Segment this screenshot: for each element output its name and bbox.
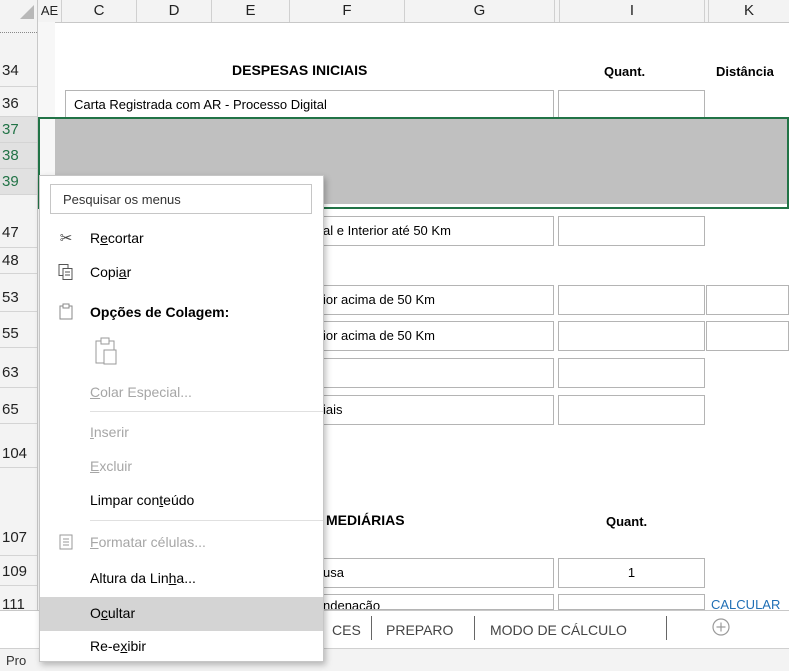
cell-row-109[interactable]: usa — [290, 558, 554, 588]
menu-item-inserir[interactable]: Inserir — [40, 416, 323, 450]
quant-header-1: Quant. — [604, 64, 646, 79]
select-all-corner[interactable] — [0, 0, 38, 22]
tab-separator — [371, 616, 372, 640]
paste-icon — [57, 303, 75, 321]
scissors-icon: ✂ — [59, 230, 73, 247]
menu-item-re-exibir[interactable]: Re-exibir — [40, 630, 323, 664]
cell-quant-53[interactable] — [558, 285, 705, 315]
menu-label-altura-linha: Altura da Linha... — [90, 570, 196, 586]
cell-quant-55[interactable] — [558, 321, 705, 351]
menu-item-limpar-conteudo[interactable]: Limpar conteúdo — [40, 484, 323, 518]
cell-row-65[interactable]: iais — [290, 395, 554, 425]
menu-item-opcoes-colagem: Opções de Colagem: — [40, 296, 323, 330]
cell-row-63[interactable] — [290, 358, 554, 388]
cell-row-55[interactable]: ior acima de 50 Km — [290, 321, 554, 351]
column-header-bar: AE C D E F G H I J K — [0, 0, 789, 23]
menu-label-copiar: Copiar — [90, 264, 132, 280]
quant-header-2: Quant. — [606, 514, 648, 529]
section-title-despesas-iniciais: DESPESAS INICIAIS — [232, 62, 368, 78]
format-cells-icon — [57, 533, 75, 551]
column-header-i[interactable]: I — [560, 0, 705, 22]
cell-quant-65[interactable] — [558, 395, 705, 425]
context-menu: Pesquisar os menus ✂ Recortar Copiar Opç… — [39, 175, 324, 662]
tab-preparo[interactable]: PREPARO — [386, 622, 453, 638]
row-header-47[interactable]: 47 — [0, 218, 37, 248]
column-header-g[interactable]: G — [405, 0, 555, 22]
cell-row-111[interactable]: ndenação — [290, 594, 554, 610]
menu-label-formatar-celulas: Formatar células... — [90, 534, 206, 550]
tab-separator — [474, 616, 475, 640]
row-header-38[interactable]: 38 — [0, 143, 37, 169]
row-header-39[interactable]: 39 — [0, 169, 37, 195]
paste-option-button[interactable] — [92, 336, 120, 366]
row-header-109[interactable]: 109 — [0, 558, 37, 586]
column-header-k[interactable]: K — [709, 0, 789, 22]
cell-row-53[interactable]: ior acima de 50 Km — [290, 285, 554, 315]
row-header-104[interactable]: 104 — [0, 440, 37, 468]
menu-item-colar-especial[interactable]: Colar Especial... — [40, 376, 323, 410]
status-text: Pro — [6, 653, 27, 668]
row-header-bar: 34 36 37 38 39 47 48 53 55 63 65 104 107… — [0, 22, 38, 648]
add-sheet-button[interactable] — [711, 617, 731, 637]
row-header-63[interactable]: 63 — [0, 358, 37, 388]
column-header-d[interactable]: D — [137, 0, 212, 22]
row-header-36[interactable]: 36 — [0, 91, 37, 117]
menu-search-input[interactable]: Pesquisar os menus — [50, 184, 312, 214]
row-header-37[interactable]: 37 — [0, 117, 37, 143]
menu-label-opcoes-colagem: Opções de Colagem: — [90, 304, 230, 320]
paste-icon — [95, 337, 117, 365]
menu-label-colar-especial: Colar Especial... — [90, 384, 192, 400]
plus-circle-icon[interactable] — [711, 617, 731, 637]
row-header-107[interactable]: 107 — [0, 520, 37, 556]
row-header-48[interactable]: 48 — [0, 248, 37, 274]
copy-icon — [57, 263, 75, 281]
cell-dist-53[interactable] — [706, 285, 789, 315]
hidden-rows-marker — [0, 26, 37, 33]
select-all-triangle-icon[interactable] — [20, 5, 34, 19]
tab-separator — [666, 616, 667, 640]
cell-dist-55[interactable] — [706, 321, 789, 351]
menu-label-re-exibir: Re-exibir — [90, 638, 147, 654]
row-header-65[interactable]: 65 — [0, 396, 37, 424]
section-title-intermediarias: MEDIÁRIAS — [326, 512, 405, 528]
menu-item-ocultar[interactable]: Ocultar — [40, 597, 323, 631]
menu-separator — [90, 520, 323, 521]
column-header-f[interactable]: F — [290, 0, 405, 22]
menu-item-excluir[interactable]: Excluir — [40, 450, 323, 484]
menu-label-recortar: Recortar — [90, 230, 144, 246]
menu-label-ocultar: Ocultar — [90, 605, 136, 621]
menu-label-inserir: Inserir — [90, 424, 129, 440]
menu-item-altura-linha[interactable]: Altura da Linha... — [40, 562, 323, 596]
row-header-53[interactable]: 53 — [0, 284, 37, 312]
cell-quant-47[interactable] — [558, 216, 705, 246]
cell-quant-111[interactable] — [558, 594, 705, 610]
menu-item-recortar[interactable]: ✂ Recortar — [40, 222, 323, 256]
cell-quant-63[interactable] — [558, 358, 705, 388]
tab-ces[interactable]: CES — [332, 622, 361, 638]
column-header-ae[interactable]: AE — [38, 0, 62, 22]
column-header-e[interactable]: E — [212, 0, 290, 22]
row-header-55[interactable]: 55 — [0, 320, 37, 348]
menu-label-limpar-conteudo: Limpar conteúdo — [90, 492, 195, 508]
menu-separator — [90, 411, 323, 412]
menu-label-excluir: Excluir — [90, 458, 133, 474]
cell-carta-registrada[interactable]: Carta Registrada com AR - Processo Digit… — [65, 90, 554, 118]
menu-item-formatar-celulas[interactable]: Formatar células... — [40, 526, 323, 560]
distancia-header: Distância — [716, 64, 774, 79]
cell-quant-109[interactable]: 1 — [558, 558, 705, 588]
row-header-34[interactable]: 34 — [0, 55, 37, 87]
cell-quant-36[interactable] — [558, 90, 705, 118]
cell-row-47[interactable]: al e Interior até 50 Km — [290, 216, 554, 246]
menu-item-copiar[interactable]: Copiar — [40, 256, 323, 290]
column-header-c[interactable]: C — [62, 0, 137, 22]
tab-modo-de-calculo[interactable]: MODO DE CÁLCULO — [490, 622, 627, 638]
